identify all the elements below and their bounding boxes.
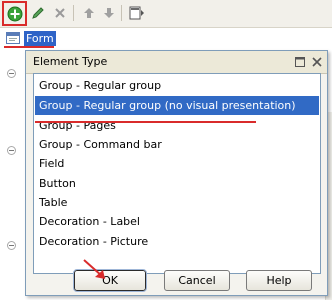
list-item[interactable]: Group - Command bar <box>35 135 319 154</box>
annotation-underline <box>35 121 256 123</box>
help-button[interactable]: Help <box>246 270 312 291</box>
list-item[interactable]: Group - Pages <box>35 116 319 135</box>
maximize-icon <box>294 56 305 67</box>
annotation-underline <box>4 46 54 48</box>
collapse-toggle[interactable] <box>7 241 16 250</box>
tree-root-label[interactable]: Form <box>24 30 56 46</box>
list-item-selected[interactable]: Group - Regular group (no visual present… <box>35 96 319 115</box>
move-down-button[interactable] <box>98 2 120 24</box>
move-down-icon <box>104 8 114 18</box>
close-icon <box>311 56 322 67</box>
edit-button[interactable] <box>27 2 49 24</box>
close-button[interactable] <box>310 55 323 68</box>
toolbar <box>0 0 332 28</box>
maximize-button[interactable] <box>293 55 306 68</box>
list-item[interactable]: Field <box>35 154 319 173</box>
edit-icon <box>32 7 44 19</box>
tree-root-row[interactable]: Form <box>6 30 56 46</box>
delete-button[interactable] <box>49 2 71 24</box>
toolbar-separator <box>121 5 122 21</box>
form-node-icon <box>6 32 20 44</box>
cancel-button[interactable]: Cancel <box>164 270 230 291</box>
dialog-title: Element Type <box>33 55 108 68</box>
form-icon <box>129 6 144 20</box>
add-icon <box>7 6 22 21</box>
delete-icon <box>55 8 65 18</box>
move-up-button[interactable] <box>78 2 100 24</box>
move-up-icon <box>84 8 94 18</box>
toolbar-separator <box>73 5 74 21</box>
dialog-titlebar[interactable]: Element Type <box>26 51 327 74</box>
list-item[interactable]: Group - Regular group <box>35 76 319 95</box>
collapse-toggle[interactable] <box>7 69 16 78</box>
annotation-arrow <box>83 259 105 279</box>
element-type-listbox[interactable]: Group - Regular group Group - Regular gr… <box>33 73 321 274</box>
collapse-toggle[interactable] <box>7 146 16 155</box>
list-item[interactable]: Table <box>35 193 319 212</box>
add-button[interactable] <box>2 1 27 26</box>
list-item[interactable]: Decoration - Label <box>35 212 319 231</box>
list-item[interactable]: Button <box>35 174 319 193</box>
list-item[interactable]: Decoration - Picture <box>35 232 319 251</box>
form-view-button[interactable] <box>126 2 148 24</box>
